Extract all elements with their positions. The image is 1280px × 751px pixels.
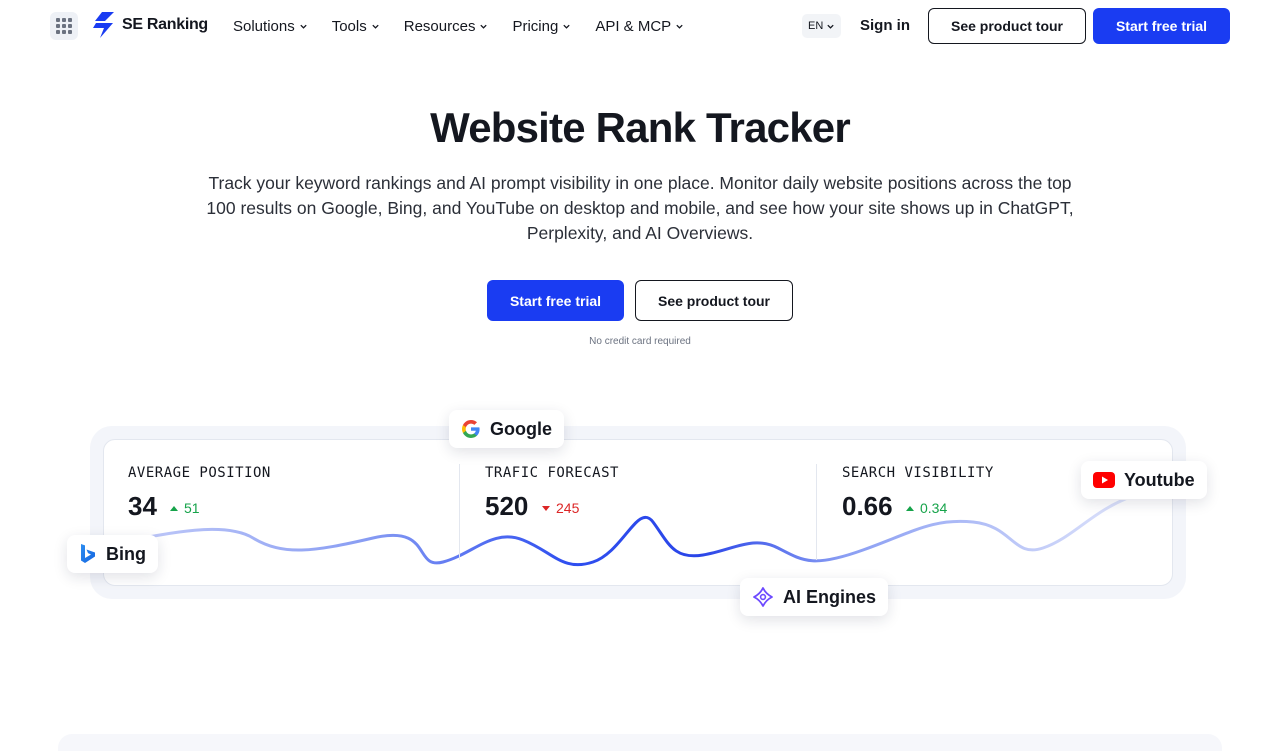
language-label: EN: [808, 20, 824, 32]
youtube-icon: [1093, 472, 1115, 488]
metric-label-search-visibility: SEARCH VISIBILITY: [842, 465, 994, 481]
ai-engines-icon: [753, 587, 773, 607]
bing-icon: [81, 544, 95, 563]
youtube-label: Youtube: [1124, 469, 1195, 490]
logo-text: SE Ranking: [122, 16, 208, 33]
nav-api-mcp-label: API & MCP: [595, 17, 672, 35]
metric-label-traffic-forecast: TRAFIC FORECAST: [485, 465, 619, 481]
sign-in-link[interactable]: Sign in: [860, 17, 910, 34]
hero-product-tour-button[interactable]: See product tour: [635, 280, 793, 321]
metric-value-average-position: 34: [128, 491, 157, 521]
nav-solutions[interactable]: Solutions: [233, 18, 308, 35]
bing-label: Bing: [106, 543, 146, 564]
nav-pricing[interactable]: Pricing: [512, 18, 571, 35]
nav-tools-label: Tools: [331, 17, 367, 35]
chevron-down-icon: [480, 24, 488, 29]
nav-tools[interactable]: Tools: [332, 18, 380, 35]
no-credit-card-note: No credit card required: [589, 336, 691, 347]
metric-delta-value: 0.34: [920, 500, 948, 516]
nav-resources-label: Resources: [403, 17, 476, 35]
metric-delta-search-visibility: 0.34: [906, 500, 947, 516]
nav-resources[interactable]: Resources: [404, 18, 489, 35]
chevron-down-icon: [827, 24, 834, 29]
google-icon: [462, 420, 480, 438]
google-label: Google: [490, 418, 552, 439]
chevron-down-icon: [300, 24, 307, 29]
arrow-up-icon: [906, 505, 914, 511]
language-selector[interactable]: EN: [802, 14, 842, 38]
next-section-preview: [58, 734, 1222, 751]
apps-grid-button[interactable]: [50, 12, 78, 40]
metric-delta-average-position: 51: [170, 500, 200, 516]
logo-link[interactable]: SE Ranking: [92, 12, 208, 38]
metric-value-search-visibility: 0.66: [842, 491, 893, 521]
ai-engines-badge: AI Engines: [740, 578, 889, 616]
google-engine-badge: Google: [449, 410, 564, 448]
bing-engine-badge: Bing: [67, 535, 158, 573]
hero-subtitle: Track your keyword rankings and AI promp…: [206, 173, 1074, 243]
site-header: SE Ranking Solutions Tools Resources Pri…: [0, 0, 1280, 52]
grid-icon: [56, 18, 60, 22]
youtube-engine-badge: Youtube: [1081, 461, 1207, 499]
metric-delta-traffic-forecast: 245: [542, 500, 579, 516]
rank-trend-wave: [103, 500, 1127, 567]
metric-divider: [816, 464, 817, 560]
nav-api-mcp[interactable]: API & MCP: [595, 18, 684, 35]
nav-pricing-label: Pricing: [512, 17, 559, 35]
chevron-down-icon: [563, 24, 570, 29]
hero-free-trial-button[interactable]: Start free trial: [487, 280, 624, 321]
chevron-down-icon: [372, 24, 379, 29]
nav-solutions-label: Solutions: [233, 17, 295, 35]
se-ranking-logo-icon: [93, 12, 114, 38]
header-product-tour-button[interactable]: See product tour: [928, 8, 1086, 44]
page-title: Website Rank Tracker: [430, 104, 851, 151]
metric-divider: [459, 464, 460, 560]
header-free-trial-button[interactable]: Start free trial: [1093, 8, 1230, 44]
metric-delta-value: 51: [184, 500, 200, 516]
main-nav: Solutions Tools Resources Pricing API & …: [233, 0, 684, 52]
arrow-down-icon: [542, 505, 550, 511]
metric-value-traffic-forecast: 520: [485, 491, 529, 521]
ai-engines-label: AI Engines: [783, 586, 877, 607]
arrow-up-icon: [170, 505, 178, 511]
chevron-down-icon: [676, 24, 683, 29]
metric-delta-value: 245: [556, 500, 580, 516]
metric-label-average-position: AVERAGE POSITION: [128, 465, 271, 481]
